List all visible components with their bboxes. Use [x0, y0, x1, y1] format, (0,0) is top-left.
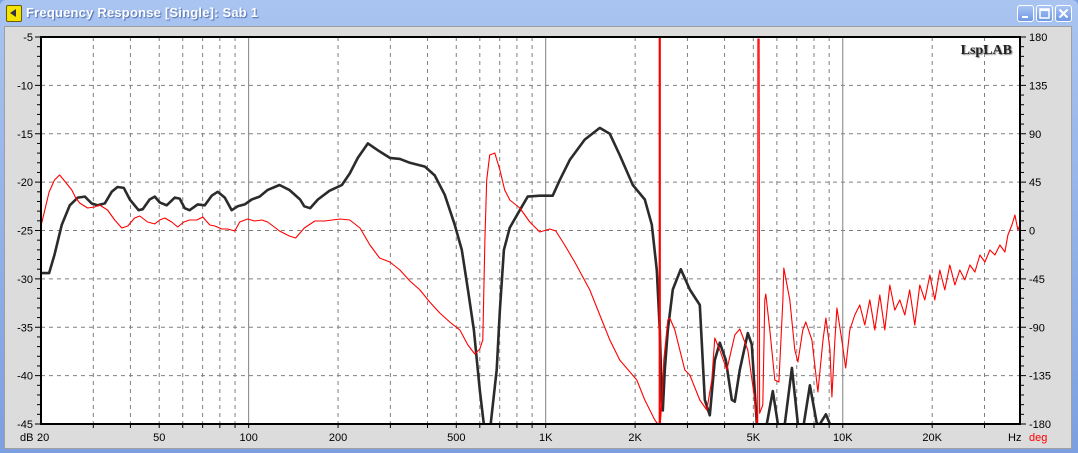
y-right-unit-label: deg: [1029, 432, 1047, 444]
y-right-tick-label: 45: [1029, 177, 1041, 189]
y-right-tick-label: 0: [1029, 226, 1035, 238]
frequency-response-window: Frequency Response [Single]: Sab 1 LspLA…: [0, 0, 1078, 453]
x-tick-label: 200: [329, 432, 347, 444]
y-right-tick-label: -135: [1029, 371, 1051, 383]
y-right-tick-label: 135: [1029, 80, 1047, 92]
x-tick-label: 50: [153, 432, 165, 444]
y-left-tick-label: -5: [23, 32, 33, 44]
y-left-tick-label: -40: [17, 371, 33, 383]
y-right-tick-label: -45: [1029, 274, 1045, 286]
x-tick-label: 10K: [833, 432, 853, 444]
y-left-tick-label: -25: [17, 226, 33, 238]
y-right-tick-label: -180: [1029, 419, 1051, 431]
y-right-tick-label: 180: [1029, 32, 1047, 44]
frequency-response-chart[interactable]: LspLAB -5 -10 -15 -20 -25 -30 -35 -40 -45 180 135 90…: [0, 0, 1078, 453]
y-left-tick-label: -35: [17, 322, 33, 334]
x-tick-label: 500: [447, 432, 465, 444]
x-tick-label: 20K: [922, 432, 942, 444]
x-tick-label: 100: [239, 432, 257, 444]
y-right-tick-label: 90: [1029, 129, 1041, 141]
y-right-tick-label: -90: [1029, 322, 1045, 334]
x-unit-label: Hz: [1008, 432, 1021, 444]
y-left-unit-label: dB: [20, 432, 33, 444]
y-left-tick-label: -15: [17, 129, 33, 141]
x-tick-label: 2K: [628, 432, 642, 444]
x-tick-label: 1K: [539, 432, 553, 444]
y-left-tick-label: -45: [17, 419, 33, 431]
x-tick-label: 5K: [747, 432, 761, 444]
lsplab-logo: LspLAB: [961, 43, 1012, 58]
x-tick-label: 20: [37, 432, 49, 444]
y-left-tick-label: -30: [17, 274, 33, 286]
y-left-tick-label: -10: [17, 80, 33, 92]
y-left-tick-label: -20: [17, 177, 33, 189]
